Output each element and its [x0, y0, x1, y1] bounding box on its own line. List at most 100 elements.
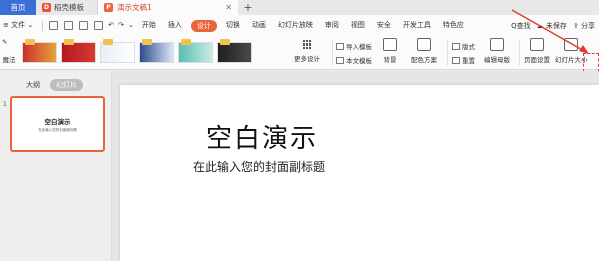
cloud-save-status[interactable]: ☁ 未保存 — [537, 21, 567, 31]
text-template-icon — [336, 56, 344, 64]
magic-wand-icon: ✎ — [2, 38, 8, 46]
reset-icon — [452, 56, 460, 64]
tab-home-label: 首页 — [10, 3, 26, 12]
slide-number: 1 — [3, 101, 7, 108]
vip-badge — [220, 39, 230, 45]
menu-design[interactable]: 设计 — [190, 19, 217, 32]
more-designs-button[interactable]: 更多设计 — [294, 40, 320, 63]
reset-button[interactable]: 重置 — [452, 55, 475, 65]
divider — [447, 40, 448, 66]
hamburger-icon: ≡ — [3, 21, 9, 29]
presentation-icon: P — [104, 3, 113, 12]
search-button[interactable]: Q查找 — [511, 21, 531, 31]
design-gallery — [22, 39, 252, 63]
print-preview-icon[interactable] — [94, 21, 104, 30]
vip-badge — [25, 39, 35, 45]
text-template-button[interactable]: 本文模板 — [336, 55, 372, 65]
share-icon: ⇪ — [572, 21, 579, 30]
design-thumbnail[interactable] — [139, 39, 174, 63]
text-template-label: 本文模板 — [346, 57, 372, 65]
file-menu-label: 文件 — [11, 21, 26, 29]
import-template-button[interactable]: 导入模板 — [336, 41, 372, 51]
menu-animation[interactable]: 动画 — [246, 15, 272, 36]
design-thumbnail[interactable] — [100, 39, 135, 63]
tab-document[interactable]: P 演示文稿1 ✕ — [98, 0, 238, 15]
design-thumbnail[interactable] — [22, 39, 57, 63]
edit-master-icon — [490, 38, 504, 51]
color-scheme-icon — [417, 38, 431, 51]
reset-label: 重置 — [462, 57, 475, 65]
color-scheme-label: 配色方案 — [411, 56, 437, 64]
annotation-highlight-box — [583, 53, 599, 72]
panel-tabs: 大纲 幻灯片 — [20, 79, 83, 91]
page-setup-icon — [530, 38, 544, 51]
cloud-icon: ☁ — [536, 21, 544, 30]
color-scheme-button[interactable]: 配色方案 — [411, 38, 437, 64]
design-thumbnail[interactable] — [217, 39, 252, 63]
slide-size-icon — [564, 38, 579, 51]
background-label: 背景 — [383, 56, 397, 64]
file-menu[interactable]: ≡ 文件 ⌄ — [0, 15, 39, 36]
tab-home[interactable]: 首页 — [0, 0, 36, 15]
menu-security[interactable]: 安全 — [371, 15, 397, 36]
layout-label: 版式 — [462, 43, 475, 51]
vip-badge — [103, 39, 113, 45]
tab-template-label: 稻壳模板 — [54, 3, 84, 12]
slide-thumbnail[interactable]: 空白演示 在此输入您的封面副标题 — [10, 96, 105, 152]
tab-template[interactable]: D 稻壳模板 — [36, 0, 98, 15]
share-button[interactable]: ⇪ 分享 — [573, 21, 595, 31]
divider — [42, 20, 44, 31]
grid-icon — [302, 40, 312, 49]
page-setup-button[interactable]: 页面设置 — [524, 38, 550, 64]
menu-start[interactable]: 开始 — [136, 15, 162, 36]
ribbon-design: ✎ 魔法 更多设计 导入模板 本文模板 背景 配色方案 版式 重置 编辑母版 页… — [0, 36, 599, 70]
layout-icon — [452, 42, 460, 50]
redo-icon[interactable]: ↷ — [116, 15, 126, 36]
export-pdf-icon[interactable] — [64, 21, 74, 30]
menu-developer[interactable]: 开发工具 — [397, 15, 437, 36]
background-button[interactable]: 背景 — [383, 38, 397, 64]
slide-canvas[interactable] — [120, 85, 599, 261]
divider — [519, 40, 520, 66]
new-tab-label: + — [243, 1, 253, 14]
new-tab-button[interactable]: + — [238, 0, 258, 15]
tab-slides[interactable]: 幻灯片 — [50, 79, 83, 91]
import-template-label: 导入模板 — [346, 43, 372, 51]
slide-subtitle[interactable]: 在此输入您的封面副标题 — [193, 158, 325, 175]
design-thumbnail[interactable] — [61, 39, 96, 63]
print-icon[interactable] — [79, 21, 89, 30]
design-thumbnail[interactable] — [178, 39, 213, 63]
more-designs-label: 更多设计 — [294, 55, 320, 63]
customize-icon[interactable]: ⌄ — [126, 15, 136, 36]
chevron-down-icon: ⌄ — [27, 21, 34, 29]
close-tab-icon[interactable]: ✕ — [225, 3, 232, 12]
menu-view[interactable]: 视图 — [345, 15, 371, 36]
tab-bar: 首页 D 稻壳模板 P 演示文稿1 ✕ + — [0, 0, 599, 15]
undo-icon[interactable]: ↶ — [106, 15, 116, 36]
menu-slideshow[interactable]: 幻灯片放映 — [272, 15, 319, 36]
save-icon[interactable] — [49, 21, 59, 30]
tab-document-label: 演示文稿1 — [117, 3, 152, 12]
edit-master-label: 编辑母版 — [484, 56, 510, 64]
menu-insert[interactable]: 插入 — [162, 15, 188, 36]
menu-review[interactable]: 审阅 — [319, 15, 345, 36]
magic-label: 魔法 — [2, 56, 16, 64]
slide-title[interactable]: 空白演示 — [206, 118, 318, 155]
layout-button[interactable]: 版式 — [452, 41, 475, 51]
menu-bar: ≡ 文件 ⌄ ↶ ↷ ⌄ 开始 插入 设计 切换 动画 幻灯片放映 审阅 视图 … — [0, 15, 599, 36]
magic-button[interactable]: ✎ 魔法 — [2, 38, 16, 64]
page-setup-label: 页面设置 — [524, 56, 550, 64]
background-icon — [383, 38, 397, 51]
thumb-subtitle: 在此输入您的封面副标题 — [38, 127, 77, 132]
vip-badge — [181, 39, 191, 45]
menu-transition[interactable]: 切换 — [220, 15, 246, 36]
thumb-title: 空白演示 — [44, 117, 71, 126]
save-status-label: 未保存 — [545, 21, 567, 30]
menu-features[interactable]: 特色应 — [437, 15, 470, 36]
tab-outline[interactable]: 大纲 — [20, 79, 46, 91]
edit-master-button[interactable]: 编辑母版 — [484, 38, 510, 64]
search-label: Q查找 — [511, 21, 531, 30]
slide-panel: 大纲 幻灯片 1 空白演示 在此输入您的封面副标题 — [0, 71, 112, 261]
divider — [332, 40, 333, 66]
vip-badge — [142, 39, 152, 45]
